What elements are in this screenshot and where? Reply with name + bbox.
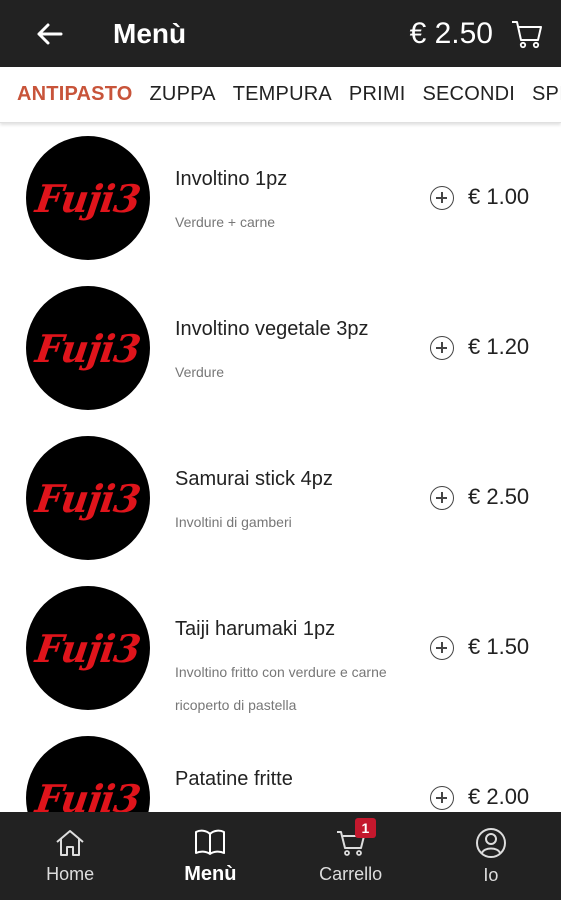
tab-primi[interactable]: PRIMI xyxy=(349,83,406,106)
nav-home-label: Home xyxy=(46,863,95,884)
item-name: Taiji harumaki 1pz xyxy=(175,618,336,640)
cart-total: € 2.50 xyxy=(409,16,493,50)
nav-cart-label: Carrello xyxy=(319,863,383,884)
add-plus-icon[interactable] xyxy=(430,186,454,210)
restaurant-logo: Fuji3 xyxy=(26,436,150,560)
add-plus-icon[interactable] xyxy=(430,786,454,810)
nav-profile[interactable]: Io xyxy=(421,812,561,900)
book-icon xyxy=(195,829,226,855)
home-icon xyxy=(56,829,84,856)
cart-button[interactable] xyxy=(507,14,547,54)
app-bar: Menù € 2.50 xyxy=(0,0,561,67)
item-name: Involtino 1pz xyxy=(175,168,288,190)
restaurant-logo: Fuji3 xyxy=(26,736,150,812)
list-item[interactable]: Fuji3 Patatine fritte € 2.00 xyxy=(0,724,561,812)
tab-zuppa[interactable]: ZUPPA xyxy=(150,83,216,106)
add-plus-icon[interactable] xyxy=(430,486,454,510)
nav-cart[interactable]: 1 Carrello xyxy=(281,812,421,900)
user-icon xyxy=(475,827,506,858)
list-item[interactable]: Fuji3 Samurai stick 4pz Involtini di gam… xyxy=(0,424,561,574)
nav-menu-label: Menù xyxy=(184,862,237,885)
bottom-navigation: Home Menù 1 Carrello Io xyxy=(0,812,561,900)
item-price: € 2.00 xyxy=(468,784,530,809)
add-plus-icon[interactable] xyxy=(430,636,454,660)
restaurant-logo: Fuji3 xyxy=(26,286,150,410)
item-description: Involtino fritto con verdure e carne ric… xyxy=(175,664,387,713)
tab-antipasto[interactable]: ANTIPASTO xyxy=(17,83,133,106)
menu-list: Fuji3 Involtino 1pz Verdure + carne € 1.… xyxy=(0,124,561,812)
restaurant-logo: Fuji3 xyxy=(26,136,150,260)
item-price: € 1.20 xyxy=(468,334,530,359)
tab-secondi[interactable]: SECONDI xyxy=(422,83,515,106)
item-name: Patatine fritte xyxy=(175,768,293,790)
tab-spi[interactable]: SPI xyxy=(532,83,561,106)
cart-icon xyxy=(512,20,542,48)
nav-home[interactable]: Home xyxy=(0,812,140,900)
add-plus-icon[interactable] xyxy=(430,336,454,360)
cart-count-badge: 1 xyxy=(354,818,377,838)
item-name: Samurai stick 4pz xyxy=(175,468,333,490)
item-price: € 1.50 xyxy=(468,634,530,659)
item-name: Involtino vegetale 3pz xyxy=(175,318,369,340)
item-price: € 1.00 xyxy=(468,184,530,209)
arrow-left-icon xyxy=(37,23,63,44)
list-item[interactable]: Fuji3 Involtino 1pz Verdure + carne € 1.… xyxy=(0,124,561,274)
tab-tempura[interactable]: TEMPURA xyxy=(233,83,332,106)
list-item[interactable]: Fuji3 Involtino vegetale 3pz Verdure € 1… xyxy=(0,274,561,424)
item-price: € 2.50 xyxy=(468,484,530,509)
category-tabs: ANTIPASTO ZUPPA TEMPURA PRIMI SECONDI SP… xyxy=(0,67,561,123)
restaurant-logo: Fuji3 xyxy=(26,586,150,710)
list-item[interactable]: Fuji3 Taiji harumaki 1pz Involtino fritt… xyxy=(0,574,561,724)
item-description: Involtini di gamberi xyxy=(175,514,292,530)
item-description: Verdure + carne xyxy=(175,214,276,230)
nav-menu[interactable]: Menù xyxy=(140,812,280,900)
item-description: Verdure xyxy=(175,364,225,380)
page-title: Menù xyxy=(113,17,187,49)
back-button[interactable] xyxy=(20,0,78,67)
nav-profile-label: Io xyxy=(483,864,499,885)
